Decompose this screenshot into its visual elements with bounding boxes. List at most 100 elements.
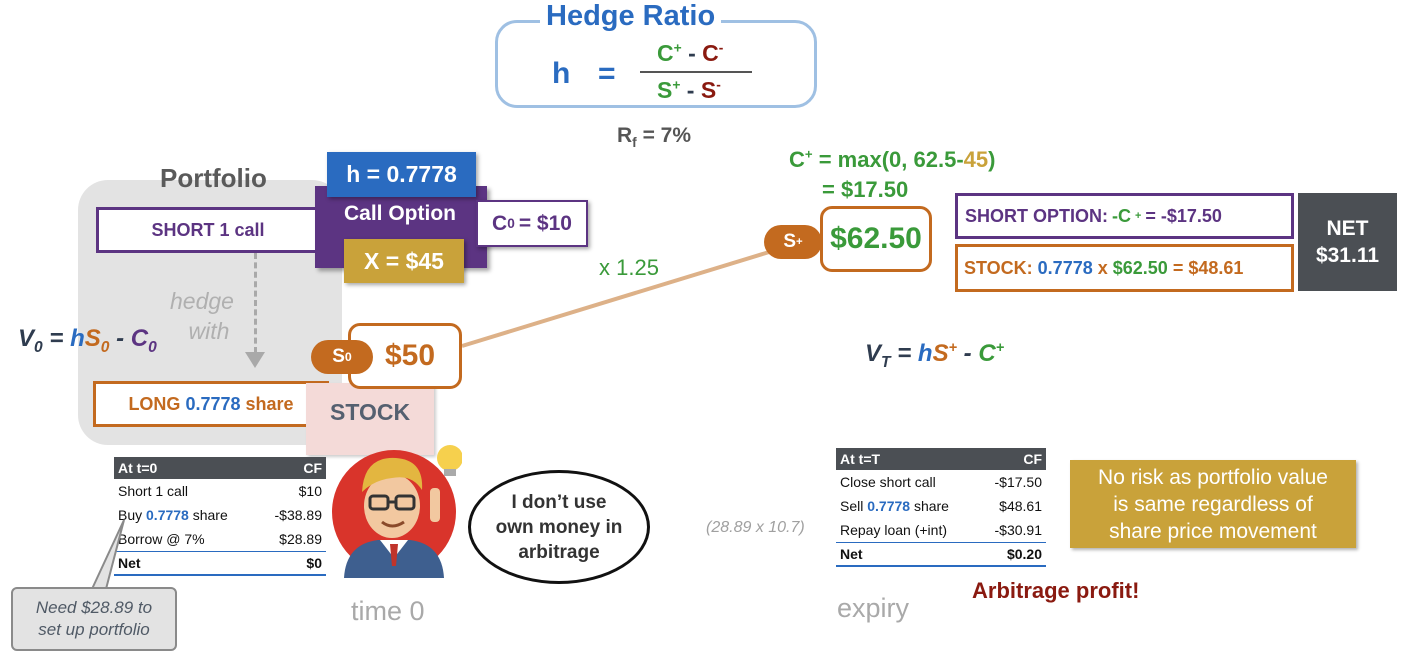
c-minus-symbol: C bbox=[702, 40, 719, 66]
row-label-text: Short 1 call bbox=[118, 483, 189, 499]
rf-value: = 7% bbox=[642, 124, 692, 147]
vt-c: C bbox=[978, 340, 996, 367]
hedge-ratio-numerator: C+ - C- bbox=[657, 40, 723, 67]
table-net-value: $0 bbox=[258, 551, 326, 576]
hedge-arrow-head-icon bbox=[245, 352, 265, 368]
funding-callout: Need $28.89 to set up portfolio bbox=[11, 587, 177, 651]
cplus-max-expression: = max(0, 62.5- bbox=[818, 147, 964, 172]
net-payoff-box: NET $31.11 bbox=[1298, 193, 1397, 291]
v0-h: h bbox=[70, 325, 85, 352]
strike-price-badge: X = $45 bbox=[344, 239, 464, 283]
arbitrage-profit-label: Arbitrage profit! bbox=[972, 578, 1140, 603]
character-avatar bbox=[332, 445, 462, 578]
cplus-close-paren: ) bbox=[988, 147, 996, 172]
c-plus-symbol: C bbox=[657, 40, 674, 66]
v0-v: V bbox=[18, 325, 35, 352]
v0-minus: - bbox=[116, 325, 125, 352]
cplus-superscript: + bbox=[804, 146, 813, 162]
fraction-bar bbox=[640, 71, 752, 73]
row-label-text: Sell bbox=[840, 498, 868, 514]
speech-line-1: I don’t use bbox=[511, 491, 607, 513]
minus-sign: - bbox=[686, 77, 695, 103]
row-label-text: Close short call bbox=[840, 474, 936, 490]
expiry-label: expiry bbox=[837, 593, 910, 623]
hedge-ratio-frame bbox=[495, 20, 817, 108]
vt-c-superscript: + bbox=[995, 340, 1005, 356]
v0-c-subscript: 0 bbox=[148, 338, 157, 356]
no-risk-note: No risk as portfolio value is same regar… bbox=[1070, 460, 1356, 548]
table-net-value: $0.20 bbox=[978, 542, 1046, 567]
minus-superscript: - bbox=[718, 40, 724, 56]
table-header: At t=0 CF bbox=[114, 457, 326, 479]
row-label-suffix: share bbox=[188, 507, 228, 523]
row-label-text: Borrow @ 7% bbox=[118, 530, 205, 547]
plus-superscript: + bbox=[672, 77, 681, 93]
table-row: Short 1 call $10 bbox=[114, 479, 326, 503]
table-row-label: Short 1 call bbox=[114, 479, 258, 503]
stock-label: STOCK bbox=[330, 399, 411, 425]
s0-tag: S0 bbox=[311, 340, 373, 374]
speech-bubble: I don’t use own money in arbitrage bbox=[468, 470, 650, 584]
call-option-label: Call Option bbox=[344, 202, 456, 225]
cplus-strike: 45 bbox=[963, 147, 989, 172]
table-row-label: Sell 0.7778 share bbox=[836, 494, 978, 518]
hedge-word: hedge bbox=[170, 288, 234, 314]
splus-tag-s: S bbox=[783, 231, 797, 252]
hedge-ratio-equals: = bbox=[598, 57, 616, 90]
table-row: Repay loan (+int) -$30.91 bbox=[836, 518, 1046, 543]
lightbulb-icon bbox=[437, 445, 462, 471]
cash-flow-table-tT: At t=T CF Close short call -$17.50 Sell … bbox=[836, 448, 1046, 567]
lightbulb-base bbox=[444, 469, 456, 476]
v0-c: C bbox=[130, 325, 149, 352]
stock-payoff-price: $62.50 bbox=[1112, 257, 1168, 278]
vt-minus: - bbox=[963, 340, 972, 367]
table-net-label: Net bbox=[836, 542, 979, 567]
cash-flow-table-t0: At t=0 CF Short 1 call $10 Buy 0.7778 sh… bbox=[114, 457, 326, 576]
v0-s: S bbox=[84, 325, 101, 352]
table-net-row: Net $0.20 bbox=[836, 542, 1046, 567]
stock-payoff-times: x bbox=[1097, 257, 1108, 278]
portfolio-title: Portfolio bbox=[160, 163, 267, 193]
hedge-arrow-line bbox=[254, 253, 257, 353]
callout-line-1: Need $28.89 to bbox=[35, 598, 153, 617]
stock-payoff-qty: 0.7778 bbox=[1037, 257, 1093, 278]
short-option-payoff-box: SHORT OPTION: -C + = -$17.50 bbox=[955, 193, 1294, 239]
c0-value: = $10 bbox=[518, 211, 572, 235]
table-row: Borrow @ 7% $28.89 bbox=[114, 527, 326, 552]
table-row-value: $28.89 bbox=[258, 527, 326, 552]
row-label-text: Repay loan (+int) bbox=[840, 521, 948, 538]
long-prefix: LONG bbox=[128, 393, 181, 414]
v0-subscript: 0 bbox=[34, 338, 43, 356]
no-risk-line-3: share price movement bbox=[1109, 519, 1317, 543]
table-header-cf: CF bbox=[978, 448, 1046, 470]
hedge-ratio-title: Hedge Ratio bbox=[540, 0, 722, 33]
table-row-value: -$38.89 bbox=[274, 507, 322, 523]
vt-equals: = bbox=[897, 340, 912, 367]
table-row-value: $48.61 bbox=[999, 498, 1042, 514]
with-word: with bbox=[188, 318, 230, 344]
minus-sign: - bbox=[688, 40, 696, 66]
table-row-label: Buy 0.7778 share bbox=[114, 503, 258, 527]
speech-line-2: own money in bbox=[495, 516, 623, 538]
risk-free-rate: Rf = 7% bbox=[617, 124, 692, 150]
table-net-row: Net $0 bbox=[114, 551, 326, 576]
table-row-value: $10 bbox=[298, 483, 322, 499]
vt-v: V bbox=[865, 340, 882, 367]
no-risk-line-1: No risk as portfolio value bbox=[1098, 465, 1328, 489]
minus-superscript: - bbox=[716, 77, 721, 93]
table-header: At t=T CF bbox=[836, 448, 1046, 470]
table-header-period: At t=T bbox=[836, 448, 979, 470]
s-plus-price-box: $62.50 bbox=[820, 206, 932, 272]
table-row-label: Borrow @ 7% bbox=[114, 527, 259, 552]
net-value: $31.11 bbox=[1315, 244, 1380, 267]
net-label: NET bbox=[1326, 217, 1369, 240]
row-label-qty: 0.7778 bbox=[146, 507, 189, 523]
time-zero-label: time 0 bbox=[351, 596, 425, 626]
loan-calculation-note: (28.89 x 10.7) bbox=[706, 519, 805, 536]
row-label-text: Buy bbox=[118, 507, 147, 523]
call-premium-badge: C0 = $10 bbox=[476, 200, 588, 247]
c0-c: C bbox=[492, 211, 508, 235]
row-label-suffix: share bbox=[910, 498, 949, 514]
no-risk-line-2: is same regardless of bbox=[1113, 492, 1313, 516]
growth-factor-label: x 1.25 bbox=[599, 255, 659, 280]
